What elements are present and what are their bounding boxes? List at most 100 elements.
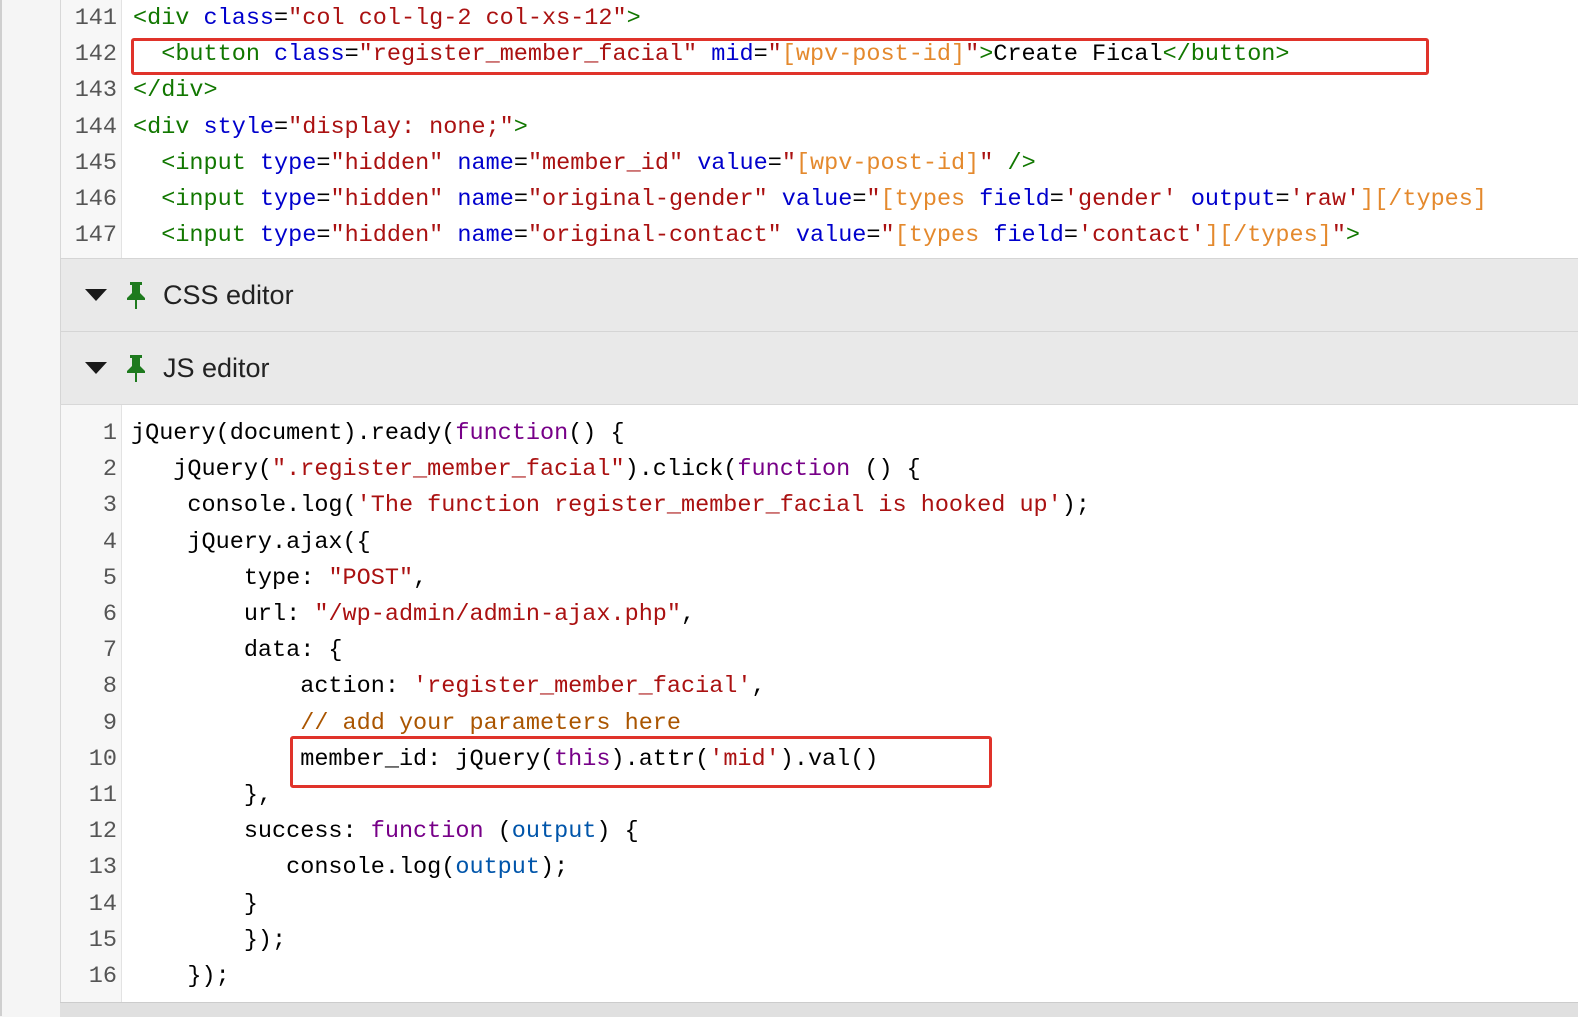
collapse-caret-icon[interactable] xyxy=(85,289,107,301)
code-token: = xyxy=(513,222,528,250)
code-line[interactable]: 10 member_id: jQuery(this).attr('mid').v… xyxy=(61,742,1578,778)
html-code-editor[interactable]: 141 <div class="col col-lg-2 col-xs-12"> 1… xyxy=(60,0,1578,258)
code-token: 'register_member_facial' xyxy=(413,673,752,701)
code-line[interactable]: 144 <div style="display: none;"> xyxy=(61,110,1578,146)
code-token: = xyxy=(852,186,867,213)
code-line[interactable]: 7 data: { xyxy=(61,633,1578,669)
code-token: = xyxy=(513,186,528,213)
code-token: value xyxy=(795,222,867,250)
code-text: url: "/wp-admin/admin-ajax.php", xyxy=(131,597,695,633)
code-text: <input type="hidden" name="original-cont… xyxy=(133,218,1360,254)
code-token: "POST" xyxy=(328,564,414,592)
line-number: 7 xyxy=(102,637,117,665)
code-text: }); xyxy=(131,923,286,959)
code-token: jQuery( xyxy=(131,456,273,484)
code-text: member_id: jQuery(this).attr('mid').val(… xyxy=(131,742,878,778)
editor-bottom-border xyxy=(60,1002,1578,1017)
code-token: </div> xyxy=(133,77,218,105)
code-token: " xyxy=(979,149,994,177)
pin-icon[interactable] xyxy=(123,280,149,310)
code-line[interactable]: 4 jQuery.ajax({ xyxy=(61,525,1578,561)
code-text: }); xyxy=(131,959,229,995)
code-line[interactable]: 5 type: "POST", xyxy=(61,561,1578,597)
code-token: class xyxy=(203,5,275,32)
code-line[interactable]: 13 console.log(output); xyxy=(61,850,1578,886)
code-token: </button> xyxy=(1162,41,1290,69)
code-token: , xyxy=(751,673,766,701)
code-token: " xyxy=(880,222,895,250)
code-line[interactable]: 2 jQuery(".register_member_facial").clic… xyxy=(61,452,1578,488)
line-number: 2 xyxy=(102,456,117,484)
code-token: = xyxy=(866,222,881,250)
code-token: // add your parameters here xyxy=(300,709,681,737)
code-text: <button class="register_member_facial" m… xyxy=(133,37,1290,73)
code-token: <input xyxy=(161,186,260,213)
line-number: 5 xyxy=(102,564,117,592)
code-token: = xyxy=(344,41,359,69)
code-token: jQuery.ajax({ xyxy=(131,528,371,556)
code-token: ][/types] xyxy=(1204,222,1332,250)
code-text: <div style="display: none;"> xyxy=(133,110,528,146)
code-line[interactable]: 9 // add your parameters here xyxy=(61,706,1578,742)
code-token: = xyxy=(513,149,528,177)
line-number: 13 xyxy=(88,854,117,882)
css-editor-header[interactable]: CSS editor xyxy=(60,258,1578,332)
code-line[interactable]: 142 <button class="register_member_facia… xyxy=(61,37,1578,73)
code-token: () { xyxy=(850,456,921,484)
js-code-editor[interactable]: 1 jQuery(document).ready(function() {2 jQ… xyxy=(60,404,1578,1003)
code-token: output xyxy=(1190,186,1276,213)
code-line[interactable]: 12 success: function (output) { xyxy=(61,814,1578,850)
code-token: 'contact' xyxy=(1077,222,1205,250)
pin-icon[interactable] xyxy=(123,353,149,383)
line-number: 141 xyxy=(74,5,117,32)
code-token: , xyxy=(681,601,696,628)
code-line[interactable]: 145 <input type="hidden" name="member_id… xyxy=(61,146,1578,182)
code-line[interactable]: 8 action: 'register_member_facial', xyxy=(61,669,1578,705)
js-editor-header[interactable]: JS editor xyxy=(60,331,1578,405)
code-token: /> xyxy=(1007,149,1036,177)
code-token: <input xyxy=(161,222,260,250)
line-number: 1 xyxy=(102,420,117,447)
code-line[interactable]: 3 console.log('The function register_mem… xyxy=(61,488,1578,524)
code-token: ".register_member_facial" xyxy=(272,456,625,484)
code-line[interactable]: 141 <div class="col col-lg-2 col-xs-12"> xyxy=(61,1,1578,37)
code-token: }, xyxy=(131,782,273,809)
code-token: "display: none;" xyxy=(288,113,514,141)
code-line[interactable]: 14 } xyxy=(61,887,1578,923)
line-number: 12 xyxy=(88,818,117,846)
code-line[interactable]: 143 </div> xyxy=(61,73,1578,109)
code-token: style xyxy=(203,113,275,141)
collapse-caret-icon[interactable] xyxy=(85,362,107,374)
left-border xyxy=(0,0,2,1016)
code-token: 'raw' xyxy=(1289,186,1361,213)
code-token: ).click( xyxy=(624,456,738,484)
line-number: 16 xyxy=(88,963,117,990)
code-text: console.log('The function register_membe… xyxy=(131,488,1090,524)
code-token: [wpv-post-id] xyxy=(795,149,980,177)
code-line[interactable]: 11 }, xyxy=(61,778,1578,814)
code-line[interactable]: 146 <input type="hidden" name="original-… xyxy=(61,182,1578,218)
code-token: this xyxy=(554,745,611,773)
code-text: jQuery.ajax({ xyxy=(131,525,371,561)
code-token: ][/types] xyxy=(1360,186,1487,213)
code-token: value xyxy=(697,149,768,177)
code-token: 'The function register_member_facial is … xyxy=(356,492,1062,520)
code-token: function xyxy=(370,818,484,846)
code-line[interactable]: 16 }); xyxy=(61,959,1578,995)
code-token: 'gender' xyxy=(1063,186,1177,213)
code-token: ); xyxy=(539,854,569,882)
code-token: }); xyxy=(131,926,287,954)
code-line[interactable]: 147 <input type="hidden" name="original-… xyxy=(61,218,1578,254)
code-token: field xyxy=(979,186,1050,213)
code-line[interactable]: 1 jQuery(document).ready(function() { xyxy=(61,416,1578,452)
code-token: <div xyxy=(133,113,204,141)
js-editor-title: JS editor xyxy=(163,352,270,383)
code-line[interactable]: 15 }); xyxy=(61,923,1578,959)
code-line[interactable]: 6 url: "/wp-admin/admin-ajax.php", xyxy=(61,597,1578,633)
